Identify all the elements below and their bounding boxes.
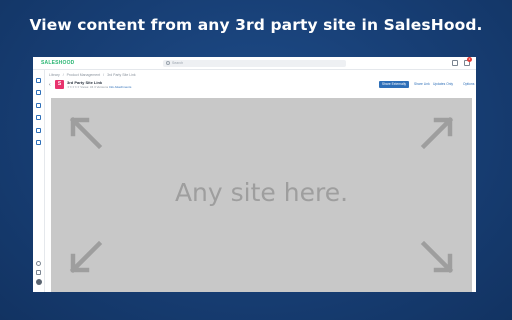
versions-count: 3 Versions bbox=[94, 85, 109, 89]
top-bar: SALESHOOD Search 2 bbox=[33, 57, 476, 70]
embedded-site-frame[interactable]: Any site here. bbox=[51, 98, 472, 292]
saleshood-logo[interactable]: SALESHOOD bbox=[41, 60, 74, 66]
search-input[interactable]: Search bbox=[163, 60, 346, 67]
expand-top-right-icon bbox=[418, 116, 454, 152]
library-icon[interactable] bbox=[36, 103, 41, 108]
menu-icon[interactable] bbox=[36, 270, 41, 275]
chart-icon[interactable] bbox=[36, 140, 41, 145]
user-avatar[interactable] bbox=[36, 279, 42, 285]
breadcrumb-current: 3rd Party Site Link bbox=[107, 73, 136, 77]
views-count: Views: 34 bbox=[80, 85, 94, 89]
breadcrumb-separator: / bbox=[103, 73, 105, 77]
document-icon: S bbox=[55, 80, 64, 89]
breadcrumb-library[interactable]: Library bbox=[49, 73, 60, 77]
grid-icon[interactable] bbox=[452, 60, 458, 66]
options-dropdown[interactable]: Options bbox=[463, 81, 474, 88]
rating-stars[interactable]: ★★★★★ bbox=[67, 85, 80, 89]
expand-bottom-left-icon bbox=[69, 238, 105, 274]
share-externally-button[interactable]: Share Externally bbox=[379, 81, 409, 88]
content-meta: ★★★★★ Views: 34 3 Versions Info Attachme… bbox=[67, 85, 131, 89]
breadcrumb-product-management[interactable]: Product Management bbox=[67, 73, 100, 77]
home-icon[interactable] bbox=[36, 78, 41, 83]
breadcrumb-separator: / bbox=[62, 73, 64, 77]
inbox-icon[interactable] bbox=[36, 128, 41, 133]
back-arrow-icon[interactable]: ‹ bbox=[49, 82, 51, 88]
headline: View content from any 3rd party site in … bbox=[29, 16, 483, 34]
notification-badge: 2 bbox=[467, 57, 472, 62]
breadcrumb: Library / Product Management / 3rd Party… bbox=[49, 73, 138, 77]
megaphone-icon[interactable] bbox=[36, 115, 41, 120]
content-header: ‹ S 3rd Party Site Link ★★★★★ Views: 34 … bbox=[49, 79, 474, 93]
app-window: SALESHOOD Search 2 Library / Product Man… bbox=[33, 57, 476, 292]
chat-icon[interactable] bbox=[36, 90, 41, 95]
help-icon[interactable] bbox=[36, 261, 41, 266]
share-link-button[interactable]: Share Link bbox=[414, 81, 430, 88]
sidebar bbox=[33, 70, 45, 292]
attachments-link[interactable]: Attachments bbox=[115, 85, 132, 89]
expand-top-left-icon bbox=[69, 116, 105, 152]
search-icon bbox=[166, 61, 170, 65]
placeholder-text: Any site here. bbox=[174, 178, 349, 207]
info-link[interactable]: Info bbox=[109, 85, 114, 89]
expand-bottom-right-icon bbox=[418, 238, 454, 274]
updates-only-toggle[interactable]: Updates Only bbox=[433, 81, 453, 88]
